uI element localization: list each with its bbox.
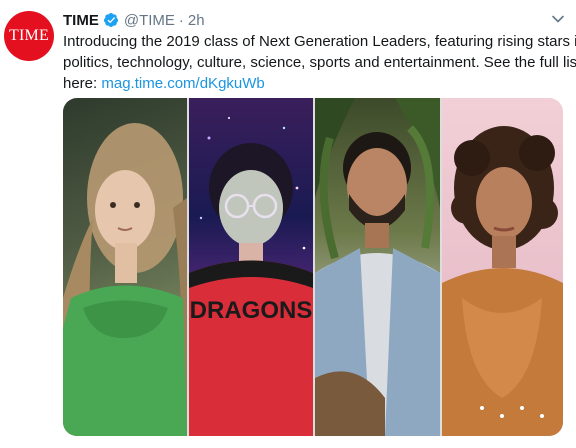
- tweet-header: TIME @TIME · 2h: [63, 10, 205, 30]
- tweet-timestamp[interactable]: 2h: [188, 12, 205, 29]
- media-photo-1[interactable]: [63, 98, 187, 436]
- account-name[interactable]: TIME: [63, 12, 99, 29]
- media-photo-2[interactable]: DRAGONS: [189, 98, 313, 436]
- media-photo-4[interactable]: [442, 98, 563, 436]
- portrait-illustration-3: [315, 98, 440, 436]
- chevron-down-icon[interactable]: [551, 12, 565, 26]
- verified-badge-icon: [103, 13, 118, 27]
- jersey-text: DRAGONS: [190, 297, 313, 324]
- separator-dot: ·: [178, 11, 184, 29]
- media-photo-3[interactable]: [315, 98, 440, 436]
- tweet-card[interactable]: TIME TIME @TIME · 2h Introducing the 201…: [0, 0, 576, 448]
- portrait-illustration-2: DRAGONS: [189, 117, 313, 436]
- tweet-text: Introducing the 2019 class of Next Gener…: [63, 31, 576, 94]
- tweet-text-line-1: Introducing the 2019 class of Next Gener…: [63, 33, 576, 50]
- account-handle[interactable]: @TIME: [124, 12, 175, 29]
- portrait-illustration-1: [63, 123, 187, 436]
- avatar[interactable]: TIME: [4, 11, 54, 61]
- tweet-text-line-3: here: mag.time.com/dKgkuWb: [63, 73, 558, 94]
- tweet-link[interactable]: mag.time.com/dKgkuWb: [101, 75, 264, 92]
- tweet-text-prefix: here:: [63, 75, 102, 92]
- avatar-logo-text: TIME: [9, 27, 49, 44]
- tweet-text-line-2: politics, technology, culture, science, …: [63, 54, 576, 71]
- media-grid[interactable]: DRAGONS: [63, 98, 563, 436]
- portrait-illustration-4: [442, 126, 563, 436]
